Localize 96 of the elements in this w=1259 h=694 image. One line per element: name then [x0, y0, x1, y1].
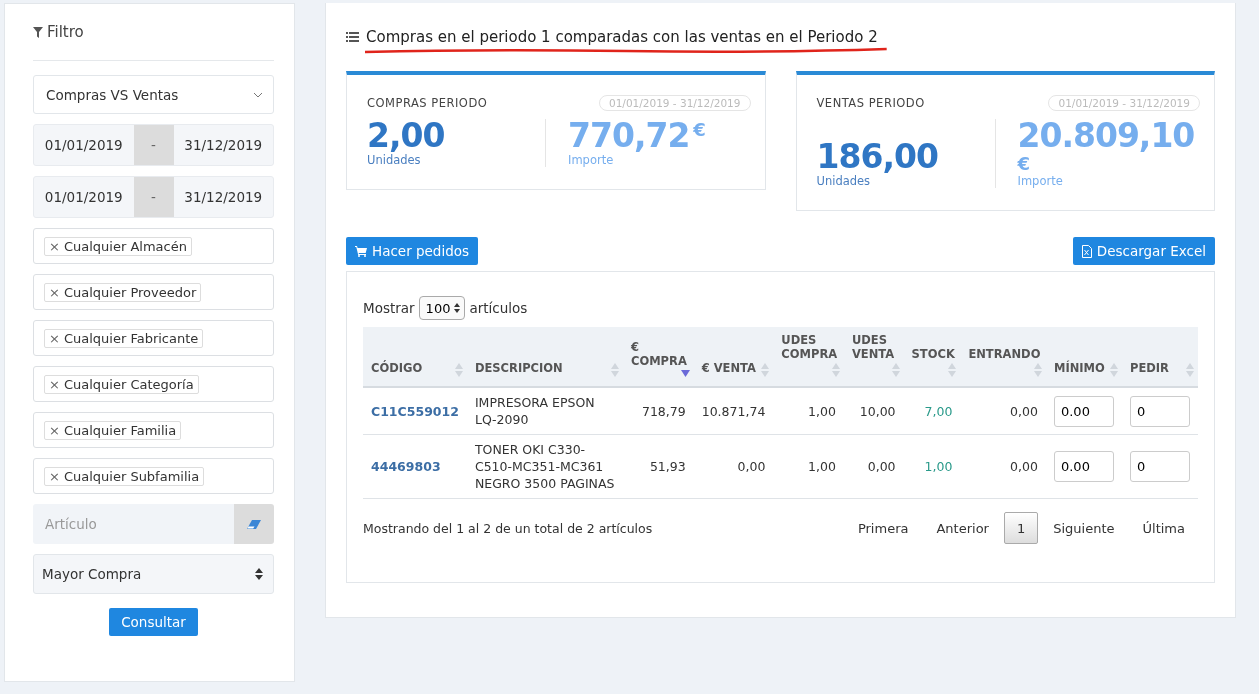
table-cell: 0,00	[960, 434, 1046, 499]
currency-symbol: €	[1017, 153, 1031, 174]
table-cell: TONER OKI C330-C510-MC351-MC361 NEGRO 3500 PAGINAS	[466, 434, 623, 499]
minimum-input[interactable]: 0.00	[1053, 451, 1114, 482]
card-title: VENTAS PERIODO	[816, 96, 925, 110]
column-header[interactable]: ENTRANDO	[960, 327, 1046, 387]
amount-label: Importe	[568, 153, 615, 167]
table-cell: 718,79	[622, 387, 694, 435]
sort-icon	[610, 363, 619, 377]
table-cell: 0,00	[693, 434, 774, 499]
card-title: COMPRAS PERIODO	[367, 96, 488, 110]
currency-symbol: €	[693, 119, 706, 140]
remove-tag-button[interactable]: ×	[49, 468, 60, 484]
column-header[interactable]: DESCRIPCION	[466, 327, 623, 387]
table-cell: IMPRESORA EPSON LQ-2090	[466, 387, 623, 435]
minimum-input[interactable]: 0.00	[1053, 395, 1114, 427]
amount-value: 20.809,10	[1017, 119, 1195, 153]
sort-arrows-icon	[255, 568, 263, 580]
filter-tag: × Cualquier Almacén	[44, 236, 192, 256]
table-cell: 10,00	[843, 387, 904, 435]
eraser-icon	[247, 519, 261, 529]
report-select[interactable]: Compras VS Ventas	[33, 75, 274, 114]
column-header[interactable]: UDES COMPRA	[773, 327, 844, 387]
tag-select-field[interactable]: × Cualquier Fabricante	[33, 320, 274, 356]
filter-tag: × Cualquier Fabricante	[44, 328, 204, 348]
product-code-link[interactable]: 44469803	[371, 459, 441, 474]
filter-tag: × Cualquier Subfamilia	[44, 466, 205, 486]
list-icon	[346, 32, 359, 42]
sort-icon	[1109, 363, 1118, 377]
chevron-down-icon	[253, 91, 263, 98]
table-cell: 1,00	[773, 434, 844, 499]
filter-title-text: Filtro	[47, 23, 84, 41]
sort-icon	[891, 363, 900, 377]
tag-select-field[interactable]: × Cualquier Categoría	[33, 366, 274, 402]
table-cell: 51,93	[622, 434, 694, 499]
amount-label: Importe	[1017, 174, 1064, 188]
page-title: Compras en el periodo 1 comparadas con las ventas en el Periodo 2	[366, 28, 878, 46]
sort-icon	[948, 363, 957, 377]
sort-icon	[761, 363, 770, 377]
pagination-button[interactable]: Primera	[844, 512, 922, 544]
page-size-select[interactable]: 100	[418, 296, 466, 320]
filter-tag: × Cualquier Proveedor	[44, 282, 202, 302]
tag-select-field[interactable]: × Cualquier Familia	[33, 412, 274, 448]
pagination-button[interactable]: Anterior	[923, 512, 1002, 544]
filter-tag: × Cualquier Categoría	[44, 374, 199, 394]
order-select[interactable]: Mayor Compra	[33, 554, 274, 594]
column-header[interactable]: STOCK	[903, 327, 961, 387]
units-label: Unidades	[367, 153, 421, 167]
pagination-button[interactable]: Última	[1129, 512, 1198, 544]
filter-icon	[33, 26, 43, 38]
table-cell: 10.871,74	[693, 387, 774, 435]
excel-file-icon	[1081, 244, 1092, 258]
clear-button[interactable]	[234, 504, 274, 544]
remove-tag-button[interactable]: ×	[49, 238, 60, 254]
tag-select-field[interactable]: × Cualquier Subfamilia	[33, 458, 274, 494]
column-header[interactable]: € COMPRA	[622, 327, 694, 387]
sort-icon	[831, 363, 840, 377]
column-header[interactable]: € VENTA	[693, 327, 774, 387]
table-summary: Mostrando del 1 al 2 de un total de 2 artículos	[363, 520, 653, 536]
remove-tag-button[interactable]: ×	[49, 376, 60, 392]
units-value: 186,00	[816, 140, 939, 174]
order-button[interactable]: Hacer pedidos	[346, 237, 479, 265]
filter-tag: × Cualquier Familia	[44, 420, 182, 440]
table-cell: 0,00	[843, 434, 904, 499]
article-field[interactable]: Artículo	[33, 504, 234, 544]
table-cell: 1,00	[773, 387, 844, 435]
table-cell: 0,00	[960, 387, 1046, 435]
units-value: 2,00	[367, 119, 446, 153]
product-code-link[interactable]: C11C559012	[371, 403, 459, 419]
column-header[interactable]: PEDIR	[1121, 327, 1198, 387]
column-header[interactable]: MÍNIMO	[1045, 327, 1122, 387]
sort-icon	[1033, 363, 1042, 377]
amount-value: 770,72	[568, 119, 690, 153]
show-suffix: artículos	[469, 300, 528, 316]
show-label: Mostrar	[363, 300, 415, 316]
sort-icon	[1186, 363, 1194, 377]
units-label: Unidades	[816, 174, 871, 188]
stock-cell: 7,00	[903, 387, 961, 435]
cart-icon	[355, 245, 367, 257]
tag-select-field[interactable]: × Cualquier Proveedor	[33, 274, 274, 310]
pagination-button[interactable]: Siguiente	[1040, 512, 1128, 544]
remove-tag-button[interactable]: ×	[49, 284, 60, 300]
sort-icon	[454, 363, 463, 377]
sort-descending-icon	[680, 370, 690, 377]
pagination-button[interactable]: 1	[1003, 512, 1039, 544]
download-excel-button[interactable]: Descargar Excel	[1072, 237, 1215, 265]
order-quantity-input[interactable]: 0	[1129, 451, 1190, 482]
column-header[interactable]: UDES VENTA	[843, 327, 904, 387]
order-quantity-input[interactable]: 0	[1129, 395, 1190, 427]
remove-tag-button[interactable]: ×	[49, 330, 60, 346]
consultar-button[interactable]: Consultar	[109, 608, 198, 636]
sort-arrows-icon	[454, 303, 461, 313]
remove-tag-button[interactable]: ×	[49, 422, 60, 438]
stock-cell: 1,00	[903, 434, 961, 499]
column-header[interactable]: CÓDIGO	[363, 327, 467, 387]
tag-select-field[interactable]: × Cualquier Almacén	[33, 228, 274, 264]
